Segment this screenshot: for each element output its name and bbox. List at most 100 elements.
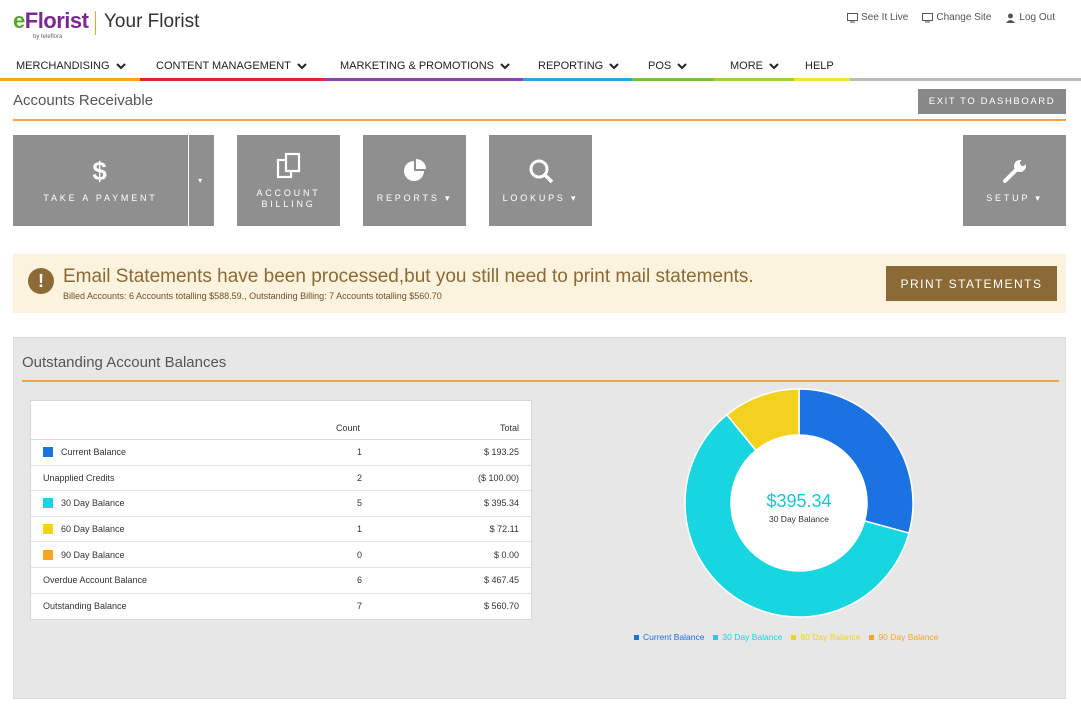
- chevron-down-icon: [677, 62, 687, 69]
- setup-tile[interactable]: SETUP ▾: [963, 135, 1066, 226]
- row-total: $ 395.34: [483, 498, 519, 509]
- legend-swatch: [43, 447, 53, 458]
- row-count: 1: [357, 524, 363, 535]
- change-site-link[interactable]: Change Site: [922, 12, 991, 23]
- panel-title: Outstanding Account Balances: [22, 354, 227, 371]
- logo-prefix: e: [13, 8, 25, 33]
- panel-divider: [22, 380, 1059, 382]
- exclamation-icon: !: [28, 268, 54, 294]
- row-label: 90 Day Balance: [61, 549, 125, 560]
- legend-swatch: [791, 634, 797, 640]
- row-label: Current Balance: [61, 447, 127, 458]
- row-label: 30 Day Balance: [61, 498, 125, 509]
- legend-label: 60 Day Balance: [800, 632, 861, 642]
- nav-label: MARKETING & PROMOTIONS: [340, 60, 495, 72]
- alert-title: Email Statements have been processed,but…: [63, 266, 754, 287]
- account-billing-label-line1: ACCOUNT: [256, 187, 321, 198]
- legend-item-current-balance[interactable]: Current Balance: [634, 632, 704, 642]
- lookups-label: LOOKUPS: [502, 193, 566, 203]
- logo-text: Florist: [24, 8, 89, 33]
- page-title: Accounts Receivable: [13, 92, 154, 109]
- nav-pos[interactable]: POS: [632, 54, 714, 81]
- nav-label: MERCHANDISING: [16, 60, 110, 72]
- monitor-icon: [922, 12, 934, 22]
- legend-item-90-day-balance[interactable]: 90 Day Balance: [869, 632, 938, 642]
- legend-swatch: [713, 634, 719, 640]
- chevron-down-icon: [609, 62, 619, 69]
- nav-more[interactable]: MORE: [714, 54, 794, 81]
- row-count: 1: [357, 447, 363, 458]
- take-a-payment-dropdown-button[interactable]: ▾: [189, 135, 214, 226]
- legend-swatch: [634, 634, 639, 640]
- total-column-header: Total: [499, 423, 519, 433]
- table-row: Unapplied Credits 2 ($ 100.00): [31, 466, 531, 492]
- log-out-link[interactable]: Log Out: [1005, 12, 1055, 23]
- nav-label: POS: [648, 60, 672, 72]
- pie-chart-icon: [403, 159, 426, 181]
- chevron-down-icon: [297, 62, 307, 69]
- lookups-tile[interactable]: LOOKUPS ▾: [489, 135, 592, 226]
- count-column-header: Count: [336, 423, 361, 433]
- main-nav: MERCHANDISING CONTENT MANAGEMENT MARKETI…: [0, 54, 1081, 81]
- nav-label: CONTENT MANAGEMENT: [156, 60, 291, 72]
- alert-subtitle: Billed Accounts: 6 Accounts totalling $5…: [63, 291, 442, 301]
- row-label: Overdue Account Balance: [43, 575, 148, 586]
- nav-label: REPORTING: [538, 60, 604, 72]
- wrench-icon: [1002, 160, 1026, 183]
- table-row: 60 Day Balance 1 $ 72.11: [31, 517, 531, 543]
- print-statements-button[interactable]: PRINT STATEMENTS: [886, 266, 1057, 301]
- user-icon: [1006, 13, 1016, 23]
- eflorist-logo[interactable]: eFlorist by teleflora: [13, 8, 89, 40]
- statements-alert: ! Email Statements have been processed,b…: [13, 254, 1066, 313]
- table-row: 90 Day Balance 0 $ 0.00: [31, 542, 531, 568]
- chart-center-label: 30 Day Balance: [768, 514, 829, 524]
- outstanding-balances-panel: Outstanding Account Balances Count Total…: [13, 337, 1066, 699]
- documents-icon: [276, 152, 300, 178]
- nav-marketing-promotions[interactable]: MARKETING & PROMOTIONS: [324, 54, 523, 81]
- table-row: 30 Day Balance 5 $ 395.34: [31, 491, 531, 517]
- caret-down-icon: ▾: [198, 176, 205, 185]
- legend-swatch: [869, 634, 875, 640]
- nav-content-management[interactable]: CONTENT MANAGEMENT: [140, 54, 324, 81]
- row-count: 2: [357, 472, 363, 483]
- table-row: Current Balance 1 $ 193.25: [31, 440, 531, 466]
- take-a-payment-tile[interactable]: $ TAKE A PAYMENT: [13, 135, 188, 226]
- row-count: 7: [357, 601, 363, 612]
- nav-help[interactable]: HELP: [794, 54, 850, 81]
- caret-down-icon: ▾: [1035, 193, 1043, 203]
- table-header: Count Total: [31, 401, 531, 440]
- row-label: Outstanding Balance: [43, 601, 127, 612]
- nav-merchandising[interactable]: MERCHANDISING: [0, 54, 140, 81]
- see-it-live-label: See It Live: [861, 12, 909, 23]
- account-billing-label-line2: BILLING: [261, 198, 316, 209]
- legend-item-30-day-balance[interactable]: 30 Day Balance: [713, 632, 782, 642]
- legend-item-60-day-balance[interactable]: 60 Day Balance: [791, 632, 860, 642]
- chevron-down-icon: [769, 62, 779, 69]
- caret-down-icon: ▾: [444, 193, 453, 203]
- nav-label: MORE: [730, 60, 763, 72]
- log-out-label: Log Out: [1019, 12, 1055, 23]
- legend-swatch: [43, 524, 53, 535]
- see-it-live-link[interactable]: See It Live: [847, 12, 908, 23]
- nav-reporting[interactable]: REPORTING: [523, 54, 632, 81]
- svg-text:$: $: [92, 157, 109, 185]
- reports-label: REPORTS: [376, 193, 440, 203]
- exit-to-dashboard-button[interactable]: EXIT TO DASHBOARD: [918, 89, 1066, 114]
- reports-tile[interactable]: REPORTS ▾: [363, 135, 466, 226]
- top-header: eFlorist by teleflora Your Florist See I…: [0, 0, 1081, 50]
- account-billing-tile[interactable]: ACCOUNT BILLING: [237, 135, 340, 226]
- take-a-payment-label: TAKE A PAYMENT: [43, 193, 158, 203]
- top-links: See It Live Change Site Log Out: [847, 12, 1055, 23]
- caret-down-icon: ▾: [571, 193, 579, 203]
- row-total: $ 467.45: [483, 575, 519, 586]
- row-count: 6: [357, 575, 363, 586]
- row-total: $ 0.00: [493, 549, 519, 560]
- legend-label: 90 Day Balance: [878, 632, 939, 642]
- row-total: ($ 100.00): [477, 472, 519, 483]
- row-label: 60 Day Balance: [61, 524, 125, 535]
- chevron-down-icon: [115, 62, 126, 69]
- chart-center-value: $395.34: [766, 491, 832, 511]
- chart-legend: Current Balance 30 Day Balance 60 Day Bala…: [634, 632, 938, 642]
- row-total: $ 72.11: [489, 524, 519, 535]
- legend-swatch: [43, 549, 53, 560]
